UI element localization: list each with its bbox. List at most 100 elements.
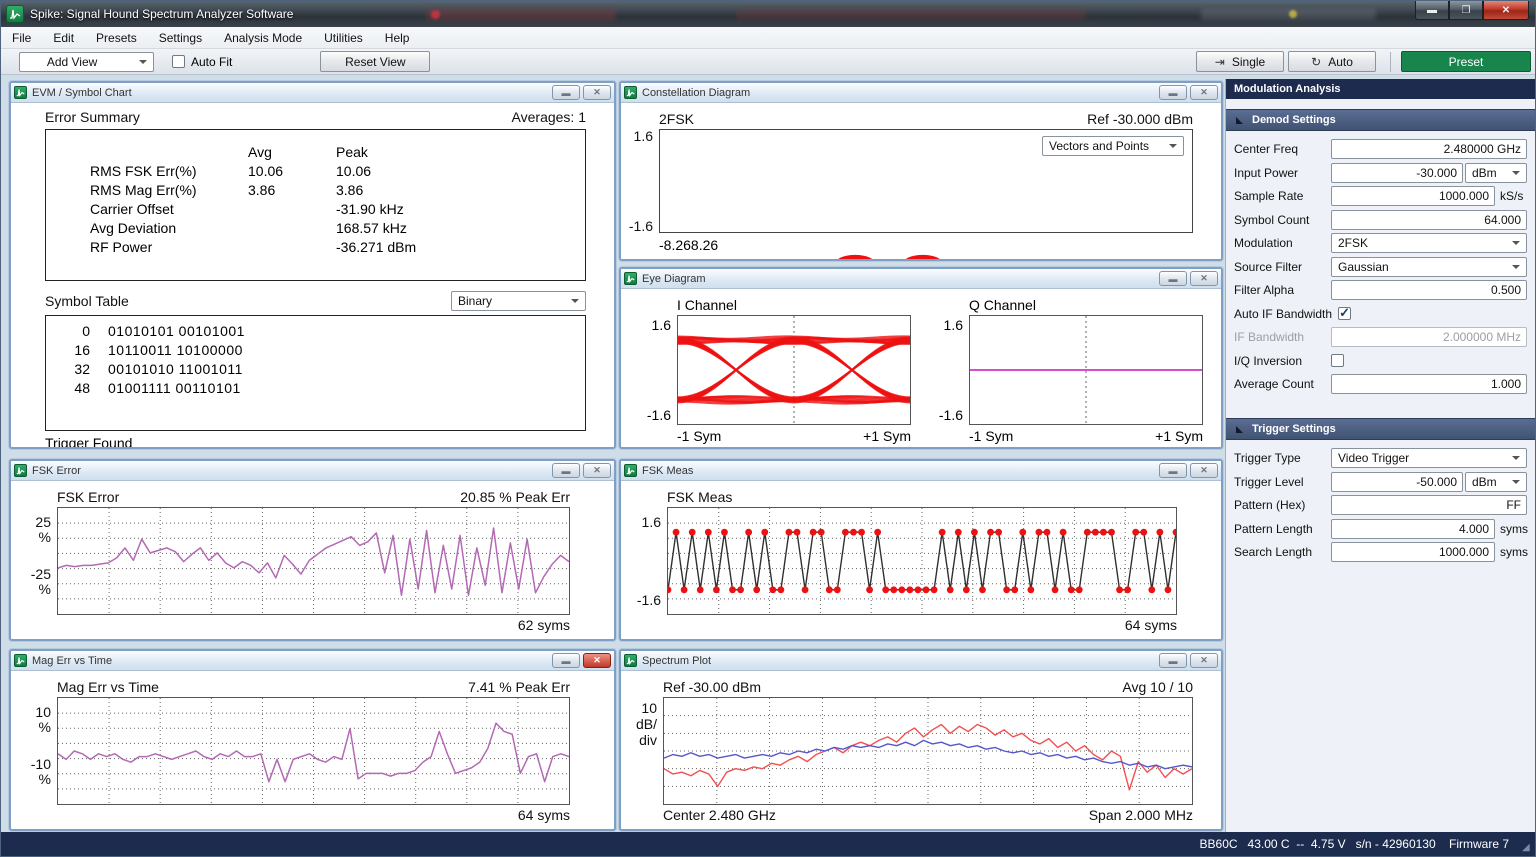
avg-column-header: Avg xyxy=(248,144,336,160)
field-pattern-length: Pattern Length syms xyxy=(1234,519,1527,539)
menu-presets[interactable]: Presets xyxy=(85,28,148,48)
reset-view-button[interactable]: Reset View xyxy=(320,51,430,72)
field-auto-if-bandwidth: Auto IF Bandwidth xyxy=(1234,304,1527,324)
panel-close-icon[interactable]: ✕ xyxy=(1190,271,1218,286)
chart-title: FSK Error xyxy=(57,489,119,505)
y-axis-tick: -25 xyxy=(31,567,51,581)
panel-close-icon[interactable]: ✕ xyxy=(1190,463,1218,478)
fsk-error-plot xyxy=(57,507,570,615)
chevron-down-icon xyxy=(1169,144,1177,148)
menu-utilities[interactable]: Utilities xyxy=(313,28,374,48)
symbol-row: 001010101 00101001 xyxy=(46,322,585,341)
resize-grip[interactable]: ◢ xyxy=(1522,843,1532,853)
panel-minimize-icon[interactable]: ▬ xyxy=(1159,463,1187,478)
fsk-meas-panel-titlebar[interactable]: FSK Meas ▬✕ xyxy=(621,461,1221,481)
title-bar[interactable]: Spike: Signal Hound Spectrum Analyzer So… xyxy=(1,1,1535,27)
search-length-input[interactable] xyxy=(1331,542,1495,562)
pattern-length-unit: syms xyxy=(1495,522,1527,536)
auto-fit-checkbox[interactable] xyxy=(172,55,185,68)
y-axis-tick: -1.6 xyxy=(629,219,653,233)
spectrum-panel-titlebar[interactable]: Spectrum Plot ▬✕ xyxy=(621,651,1221,671)
search-length-unit: syms xyxy=(1495,545,1527,559)
panel-minimize-icon[interactable]: ▬ xyxy=(552,463,580,478)
menu-settings[interactable]: Settings xyxy=(148,28,213,48)
eye-q-svg xyxy=(970,316,1202,424)
minimize-icon[interactable]: ▬ xyxy=(1415,1,1449,20)
average-count-input[interactable] xyxy=(1331,374,1527,394)
panel-close-icon[interactable]: ✕ xyxy=(1190,85,1218,100)
fsk-error-svg xyxy=(58,508,569,614)
close-icon[interactable]: ✕ xyxy=(1483,1,1529,20)
app-icon xyxy=(6,5,24,23)
panel-close-icon[interactable]: ✕ xyxy=(583,85,611,100)
auto-if-bandwidth-checkbox[interactable] xyxy=(1338,307,1351,320)
x-axis-tick: +1 Sym xyxy=(1155,428,1203,447)
ref-level-label: Ref -30.00 dBm xyxy=(663,679,761,695)
q-channel-label: Q Channel xyxy=(969,291,1203,315)
eye-panel-titlebar[interactable]: Eye Diagram ▬✕ xyxy=(621,269,1221,289)
field-if-bandwidth: IF Bandwidth xyxy=(1234,327,1527,347)
peak-err-label: 7.41 % Peak Err xyxy=(468,679,570,695)
status-bar: BB60C 43.00 C -- 4.75 V s/n - 42960130 F… xyxy=(1,832,1535,856)
modulation-dropdown[interactable]: 2FSK xyxy=(1331,233,1527,253)
trigger-level-unit-dropdown[interactable]: dBm xyxy=(1465,472,1527,492)
collapse-triangle-icon xyxy=(1236,117,1243,124)
constellation-panel-titlebar[interactable]: Constellation Diagram ▬✕ xyxy=(621,83,1221,103)
center-freq-input[interactable] xyxy=(1331,139,1527,159)
trigger-settings-header[interactable]: Trigger Settings xyxy=(1226,418,1535,440)
menu-edit[interactable]: Edit xyxy=(42,28,85,48)
source-filter-dropdown[interactable]: Gaussian xyxy=(1331,257,1527,277)
panel-close-icon[interactable]: ✕ xyxy=(583,653,611,668)
chevron-down-icon xyxy=(1512,265,1520,269)
background-window-artifact xyxy=(426,8,616,21)
single-button[interactable]: ⇥ Single xyxy=(1196,51,1284,72)
panel-close-icon[interactable]: ✕ xyxy=(1190,653,1218,668)
menu-help[interactable]: Help xyxy=(374,28,421,48)
mag-err-panel-titlebar[interactable]: Mag Err vs Time ▬✕ xyxy=(11,651,614,671)
spectrum-plot xyxy=(663,697,1193,805)
modulation-analysis-sidebar: Modulation Analysis Demod Settings Cente… xyxy=(1225,79,1535,832)
demod-settings-header[interactable]: Demod Settings xyxy=(1226,109,1535,131)
panel-minimize-icon[interactable]: ▬ xyxy=(1159,271,1187,286)
summary-row-label: RMS Mag Err(%) xyxy=(90,182,248,198)
menu-analysis-mode[interactable]: Analysis Mode xyxy=(213,28,313,48)
symbol-row: 4801001111 00110101 xyxy=(46,379,585,398)
syms-label: 64 syms xyxy=(1125,617,1177,637)
field-filter-alpha: Filter Alpha xyxy=(1234,280,1527,300)
panel-icon xyxy=(14,464,27,477)
sidebar-title: Modulation Analysis xyxy=(1226,79,1535,99)
symbol-count-input[interactable] xyxy=(1331,210,1527,230)
fsk-error-panel-titlebar[interactable]: FSK Error ▬✕ xyxy=(11,461,614,481)
evm-panel-titlebar[interactable]: EVM / Symbol Chart ▬ ✕ xyxy=(11,83,614,103)
menu-bar: File Edit Presets Settings Analysis Mode… xyxy=(1,27,1535,49)
input-power-input[interactable] xyxy=(1331,163,1463,183)
error-summary-label: Error Summary xyxy=(45,109,140,125)
panel-minimize-icon[interactable]: ▬ xyxy=(1159,85,1187,100)
panel-close-icon[interactable]: ✕ xyxy=(583,463,611,478)
app-window: Spike: Signal Hound Spectrum Analyzer So… xyxy=(0,0,1536,857)
add-view-dropdown[interactable]: Add View xyxy=(19,52,154,72)
panel-minimize-icon[interactable]: ▬ xyxy=(552,653,580,668)
panel-icon xyxy=(14,654,27,667)
restore-icon[interactable]: ❐ xyxy=(1449,1,1483,20)
iq-inversion-checkbox[interactable] xyxy=(1331,354,1344,367)
y-axis-tick: 1.6 xyxy=(652,317,671,333)
pattern-hex-input[interactable] xyxy=(1331,495,1527,515)
panel-minimize-icon[interactable]: ▬ xyxy=(1159,653,1187,668)
pattern-length-input[interactable] xyxy=(1331,519,1495,539)
auto-button[interactable]: ↻ Auto xyxy=(1288,51,1376,72)
trigger-type-dropdown[interactable]: Video Trigger xyxy=(1331,448,1527,468)
input-power-unit-dropdown[interactable]: dBm xyxy=(1465,163,1527,183)
preset-button[interactable]: Preset xyxy=(1401,51,1531,72)
y-axis-unit: div xyxy=(639,733,657,747)
trigger-level-input[interactable] xyxy=(1331,472,1463,492)
field-source-filter: Source Filter Gaussian xyxy=(1234,257,1527,277)
symbol-format-dropdown[interactable]: Binary xyxy=(451,291,586,311)
menu-file[interactable]: File xyxy=(1,28,42,48)
filter-alpha-input[interactable] xyxy=(1331,280,1527,300)
sample-rate-input[interactable] xyxy=(1331,186,1495,206)
panel-minimize-icon[interactable]: ▬ xyxy=(552,85,580,100)
display-mode-dropdown[interactable]: Vectors and Points xyxy=(1042,136,1184,156)
x-axis-tick: 8.26 xyxy=(691,237,718,257)
summary-row-label: RF Power xyxy=(90,239,248,255)
